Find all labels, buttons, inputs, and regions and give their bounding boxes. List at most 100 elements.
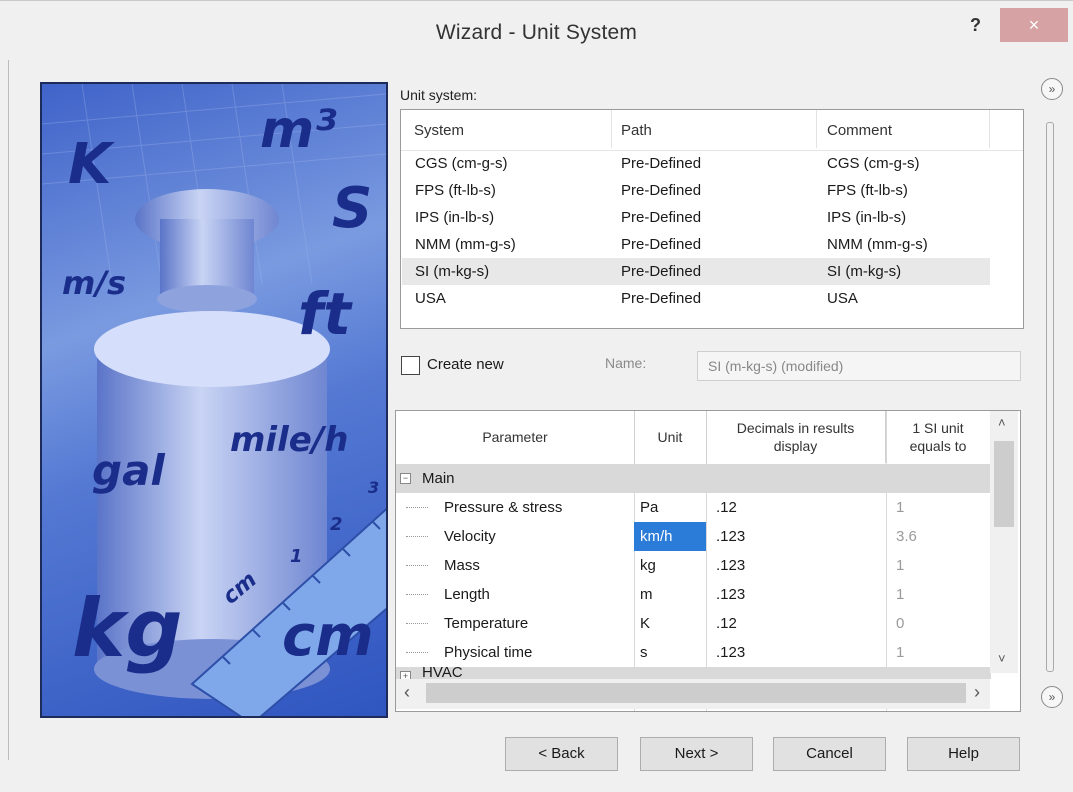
parameter-row[interactable]: Velocity km/h .123 3.6 (396, 522, 991, 551)
unit-label-s: S (332, 176, 373, 241)
system-name: CGS (cm-g-s) (415, 155, 508, 172)
name-label: Name: (605, 355, 647, 371)
group-name: HVAC (422, 667, 463, 679)
parameter-unit[interactable]: s (634, 638, 706, 667)
parameter-decimals[interactable]: .123 (706, 580, 745, 609)
side-rail (1046, 122, 1054, 672)
parameter-si-equals: 1 (896, 557, 905, 574)
help-button[interactable]: Help (907, 737, 1020, 771)
system-comment: NMM (mm-g-s) (827, 236, 928, 253)
help-question-button[interactable]: ? (970, 15, 981, 36)
cancel-button[interactable]: Cancel (773, 737, 886, 771)
header-separator (611, 110, 612, 148)
horizontal-scrollbar[interactable]: ‹ › (396, 679, 990, 709)
parameter-name: Pressure & stress (444, 499, 563, 516)
vertical-scrollbar[interactable]: ˄ ˅ (990, 411, 1018, 673)
parameter-row[interactable]: Physical time s .123 1 (396, 638, 991, 667)
parameter-decimals[interactable]: .123 (706, 551, 745, 580)
parameter-row[interactable]: Mass kg .123 1 (396, 551, 991, 580)
tree-connector (406, 652, 428, 653)
tree-connector (406, 623, 428, 624)
parameter-decimals[interactable]: .12 (706, 609, 737, 638)
system-name: NMM (mm-g-s) (415, 236, 516, 253)
horizontal-scroll-thumb[interactable] (426, 683, 966, 703)
close-button[interactable]: × (1000, 8, 1068, 42)
system-path: Pre-Defined (621, 182, 702, 199)
unit-label-kg: kg (72, 582, 183, 675)
unit-system-row[interactable]: FPS (ft-lb-s) Pre-Defined FPS (ft-lb-s) (402, 177, 990, 204)
create-new-checkbox[interactable] (401, 356, 420, 375)
column-header-comment[interactable]: Comment (827, 122, 892, 139)
unit-label-k: K (68, 132, 112, 197)
parameter-row[interactable]: Temperature K .12 0 (396, 609, 991, 638)
parameter-row[interactable]: Pressure & stress Pa .12 1 (396, 493, 991, 522)
header-separator (989, 110, 990, 148)
column-header-path[interactable]: Path (621, 122, 652, 139)
parameter-si-equals: 3.6 (896, 528, 917, 545)
group-name: Main (422, 470, 455, 487)
parameter-si-equals: 1 (896, 499, 905, 516)
scroll-down-icon[interactable]: ˅ (998, 651, 1006, 666)
parameter-unit[interactable]: kg (634, 551, 706, 580)
column-header-unit[interactable]: Unit (634, 411, 707, 463)
unit-label-gal: gal (92, 446, 165, 495)
column-header-si-equals[interactable]: 1 SI unit equals to (886, 411, 990, 463)
column-header-parameter[interactable]: Parameter (396, 411, 635, 463)
parameter-grid[interactable]: Parameter Unit Decimals in results displ… (395, 410, 1021, 712)
unit-system-list-header: System Path Comment (401, 110, 1023, 151)
create-new-label[interactable]: Create new (427, 356, 504, 373)
expand-icon[interactable]: + (400, 671, 411, 679)
tree-connector (406, 565, 428, 566)
scroll-up-icon[interactable]: ˄ (998, 415, 1006, 430)
parameter-si-equals: 1 (896, 586, 905, 603)
unit-system-row[interactable]: USA Pre-Defined USA (402, 285, 990, 312)
column-header-system[interactable]: System (414, 122, 464, 139)
parameter-decimals[interactable]: .12 (706, 493, 737, 522)
system-path: Pre-Defined (621, 236, 702, 253)
system-comment: CGS (cm-g-s) (827, 155, 920, 172)
unit-system-row[interactable]: CGS (cm-g-s) Pre-Defined CGS (cm-g-s) (402, 150, 990, 177)
system-comment: IPS (in-lb-s) (827, 209, 907, 226)
parameter-unit-selected[interactable]: km/h (634, 522, 706, 551)
window-edge (0, 60, 9, 760)
unit-system-label: Unit system: (400, 87, 478, 103)
group-row-hvac[interactable]: + HVAC (396, 667, 991, 679)
system-name: IPS (in-lb-s) (415, 209, 495, 226)
vertical-scroll-thumb[interactable] (994, 441, 1014, 527)
unit-system-row[interactable]: NMM (mm-g-s) Pre-Defined NMM (mm-g-s) (402, 231, 990, 258)
parameter-name: Temperature (444, 615, 529, 632)
next-button[interactable]: Next > (640, 737, 753, 771)
group-row-main[interactable]: − Main (396, 464, 991, 493)
parameter-name: Physical time (444, 644, 533, 661)
system-comment: FPS (ft-lb-s) (827, 182, 908, 199)
system-comment: SI (m-kg-s) (827, 263, 902, 280)
column-header-decimals[interactable]: Decimals in results display (706, 411, 886, 463)
parameter-unit[interactable]: K (634, 609, 706, 638)
unit-system-row[interactable]: IPS (in-lb-s) Pre-Defined IPS (in-lb-s) (402, 204, 990, 231)
scroll-right-icon[interactable]: › (974, 682, 980, 703)
tree-connector (406, 536, 428, 537)
parameter-unit[interactable]: Pa (634, 493, 706, 522)
unit-system-row-selected[interactable]: SI (m-kg-s) Pre-Defined SI (m-kg-s) (402, 258, 990, 285)
parameter-decimals[interactable]: .123 (706, 522, 745, 551)
parameter-unit[interactable]: m (634, 580, 706, 609)
unit-label-ft: ft (298, 280, 351, 348)
parameter-name: Length (444, 586, 490, 603)
parameter-row[interactable]: Length m .123 1 (396, 580, 991, 609)
unit-system-list[interactable]: System Path Comment CGS (cm-g-s) Pre-Def… (400, 109, 1024, 329)
ruler-number-1: 1 (290, 546, 303, 567)
system-path: Pre-Defined (621, 290, 702, 307)
parameter-name: Velocity (444, 528, 496, 545)
expand-top-icon[interactable]: » (1041, 78, 1063, 100)
collapse-icon[interactable]: − (400, 473, 411, 484)
ruler-number-2: 2 (330, 514, 343, 535)
scroll-left-icon[interactable]: ‹ (404, 682, 410, 703)
system-name: SI (m-kg-s) (415, 263, 490, 280)
back-button[interactable]: < Back (505, 737, 618, 771)
parameter-grid-header: Parameter Unit Decimals in results displ… (396, 411, 991, 463)
system-path: Pre-Defined (621, 209, 702, 226)
parameter-decimals[interactable]: .123 (706, 638, 745, 667)
expand-bottom-icon[interactable]: » (1041, 686, 1063, 708)
system-path: Pre-Defined (621, 155, 702, 172)
name-input[interactable] (697, 351, 1021, 381)
